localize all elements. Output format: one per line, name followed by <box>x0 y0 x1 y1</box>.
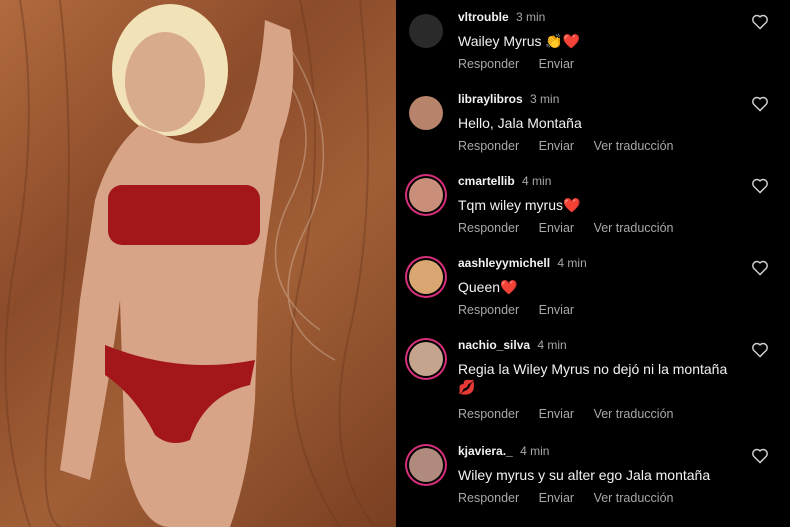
reply-button[interactable]: Responder <box>458 491 519 505</box>
translate-button[interactable]: Ver traducción <box>594 139 674 153</box>
heart-outline-icon[interactable] <box>751 260 769 276</box>
avatar[interactable] <box>409 178 443 212</box>
comment-3: aashleyymichell 4 min Queen❤️ Responder … <box>396 256 790 338</box>
comment-username[interactable]: kjaviera._ <box>458 444 513 458</box>
comment-time: 3 min <box>530 92 560 106</box>
comment-text: Queen❤️ <box>458 279 518 295</box>
heart-outline-icon[interactable] <box>751 448 769 464</box>
translate-button[interactable]: Ver traducción <box>594 407 674 421</box>
reply-button[interactable]: Responder <box>458 221 519 235</box>
send-button[interactable]: Enviar <box>539 407 574 421</box>
heart-outline-icon[interactable] <box>751 178 769 194</box>
comment-time: 4 min <box>520 444 550 458</box>
comment-0: vltrouble 3 min Wailey Myrus 👏❤️ Respond… <box>396 10 790 92</box>
comment-time: 3 min <box>516 10 546 24</box>
translate-button[interactable]: Ver traducción <box>594 491 674 505</box>
comment-username[interactable]: cmartellib <box>458 174 515 188</box>
comment-text: Regia la Wiley Myrus no dejó ni la monta… <box>458 361 728 395</box>
reply-button[interactable]: Responder <box>458 57 519 71</box>
send-button[interactable]: Enviar <box>539 303 574 317</box>
comment-1: libraylibros 3 min Hello, Jala Montaña R… <box>396 92 790 174</box>
comment-text: Wiley myrus y su alter ego Jala montaña <box>458 467 711 483</box>
comment-username[interactable]: libraylibros <box>458 92 523 106</box>
post-photo <box>0 0 396 527</box>
avatar[interactable] <box>409 14 443 48</box>
comment-text: Tqm wiley myrus❤️ <box>458 197 581 213</box>
avatar[interactable] <box>409 96 443 130</box>
comment-4: nachio_silva 4 min Regia la Wiley Myrus … <box>396 338 790 438</box>
comment-time: 4 min <box>557 256 587 270</box>
send-button[interactable]: Enviar <box>539 491 574 505</box>
comment-2: cmartellib 4 min Tqm wiley myrus❤️ Respo… <box>396 174 790 256</box>
translate-button[interactable]: Ver traducción <box>594 221 674 235</box>
comment-time: 4 min <box>522 174 552 188</box>
comment-text: Wailey Myrus 👏❤️ <box>458 33 581 49</box>
send-button[interactable]: Enviar <box>539 139 574 153</box>
reply-button[interactable]: Responder <box>458 407 519 421</box>
reply-button[interactable]: Responder <box>458 303 519 317</box>
comment-username[interactable]: vltrouble <box>458 10 509 24</box>
heart-outline-icon[interactable] <box>751 342 769 358</box>
comments-panel: vltrouble 3 min Wailey Myrus 👏❤️ Respond… <box>396 0 790 527</box>
send-button[interactable]: Enviar <box>539 57 574 71</box>
comment-time: 4 min <box>537 338 567 352</box>
avatar[interactable] <box>409 342 443 376</box>
heart-outline-icon[interactable] <box>751 96 769 112</box>
comment-text: Hello, Jala Montaña <box>458 115 582 131</box>
send-button[interactable]: Enviar <box>539 221 574 235</box>
comment-username[interactable]: nachio_silva <box>458 338 530 352</box>
avatar[interactable] <box>409 448 443 482</box>
comment-username[interactable]: aashleyymichell <box>458 256 550 270</box>
heart-outline-icon[interactable] <box>751 14 769 30</box>
photo-illustration <box>4 0 376 527</box>
avatar[interactable] <box>409 260 443 294</box>
reply-button[interactable]: Responder <box>458 139 519 153</box>
comment-5: kjaviera._ 4 min Wiley myrus y su alter … <box>396 444 790 526</box>
